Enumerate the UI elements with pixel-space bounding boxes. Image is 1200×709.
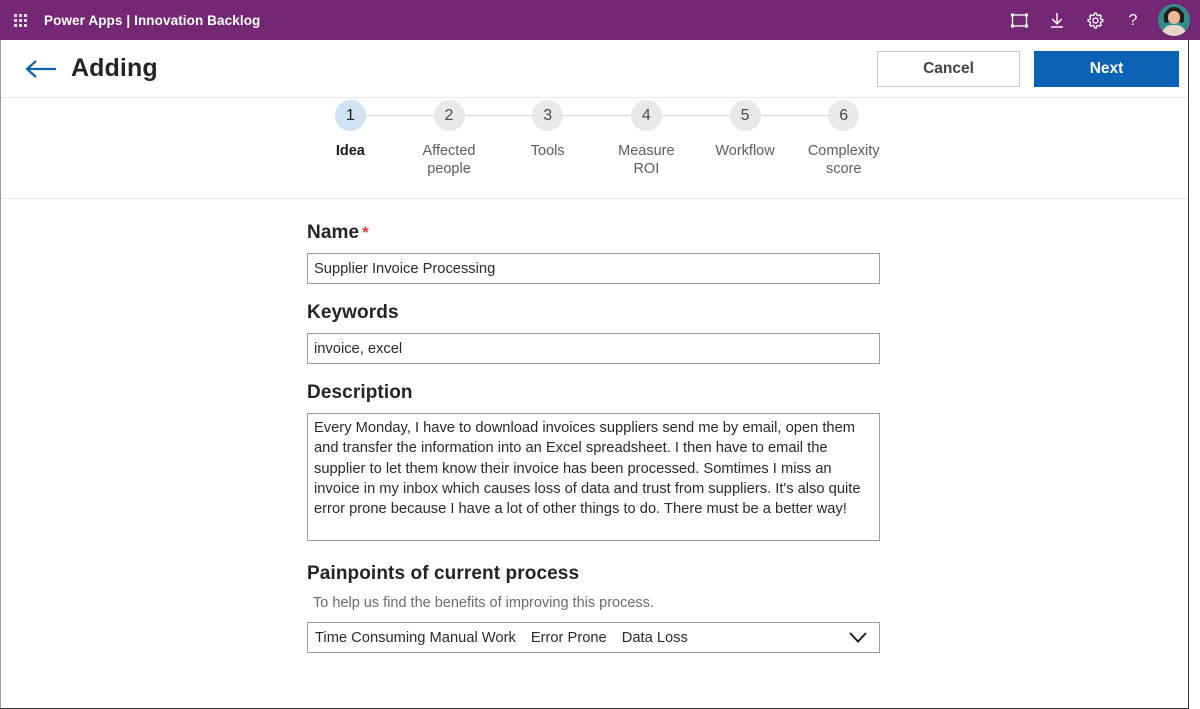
stepper-step-measure-roi[interactable]: 4 Measure ROI xyxy=(597,100,696,178)
wizard-stepper: 1 Idea 2 Affected people 3 Tools 4 Measu… xyxy=(1,98,1188,199)
download-icon[interactable] xyxy=(1038,0,1076,40)
suite-bar: Power Apps | Innovation Backlog xyxy=(0,0,1200,40)
stepper-label: Measure ROI xyxy=(618,142,674,178)
spacer xyxy=(307,284,880,302)
keywords-input[interactable] xyxy=(307,333,880,364)
spacer xyxy=(307,364,880,382)
stepper-step-idea[interactable]: 1 Idea xyxy=(301,100,400,178)
stepper-number: 5 xyxy=(730,100,761,131)
stepper-step-affected-people[interactable]: 2 Affected people xyxy=(400,100,499,178)
stepper-step-complexity-score[interactable]: 6 Complexity score xyxy=(794,100,893,178)
name-label: Name* xyxy=(307,222,880,244)
stepper-number: 3 xyxy=(532,100,563,131)
idea-form: Name* Keywords Description Every Monday,… xyxy=(307,222,880,653)
stepper-step-tools[interactable]: 3 Tools xyxy=(498,100,597,178)
svg-text:?: ? xyxy=(1129,12,1138,29)
name-input[interactable] xyxy=(307,253,880,284)
painpoints-value: Error Prone xyxy=(531,630,607,646)
description-label: Description xyxy=(307,382,880,404)
command-bar: Adding Cancel Next xyxy=(1,40,1188,98)
chevron-down-icon[interactable] xyxy=(848,631,868,644)
suite-bar-actions: ? xyxy=(1000,0,1200,40)
spacer xyxy=(307,541,880,563)
page-title: Adding xyxy=(71,54,158,83)
stepper-number: 2 xyxy=(434,100,465,131)
gear-icon[interactable] xyxy=(1076,0,1114,40)
stepper-label: Workflow xyxy=(715,142,774,160)
field-name: Name* xyxy=(307,222,880,284)
suite-title: Power Apps | Innovation Backlog xyxy=(44,13,260,28)
stepper-number: 6 xyxy=(828,100,859,131)
stepper-label: Tools xyxy=(531,142,565,160)
command-bar-actions: Cancel Next xyxy=(877,51,1188,87)
avatar[interactable] xyxy=(1158,4,1190,36)
app-launcher-icon[interactable] xyxy=(0,0,40,40)
stepper-number: 1 xyxy=(335,100,366,131)
stepper-step-workflow[interactable]: 5 Workflow xyxy=(696,100,795,178)
next-button[interactable]: Next xyxy=(1034,51,1179,87)
painpoints-helper-text: To help us find the benefits of improvin… xyxy=(313,595,880,611)
painpoints-dropdown[interactable]: Time Consuming Manual Work Error Prone D… xyxy=(307,622,880,653)
waffle-grid xyxy=(14,14,27,27)
stepper-track: 1 Idea 2 Affected people 3 Tools 4 Measu… xyxy=(301,100,893,178)
name-label-text: Name xyxy=(307,222,359,243)
stepper-number: 4 xyxy=(631,100,662,131)
required-asterisk: * xyxy=(362,223,369,242)
painpoints-selected-values: Time Consuming Manual Work Error Prone D… xyxy=(308,630,703,646)
help-icon[interactable]: ? xyxy=(1114,0,1152,40)
field-keywords: Keywords xyxy=(307,302,880,364)
cancel-button[interactable]: Cancel xyxy=(877,51,1020,87)
fit-to-screen-icon[interactable] xyxy=(1000,0,1038,40)
description-textarea[interactable]: Every Monday, I have to download invoice… xyxy=(307,413,880,541)
painpoints-label: Painpoints of current process xyxy=(307,563,880,585)
back-arrow-icon[interactable] xyxy=(23,54,59,84)
stepper-label: Idea xyxy=(336,142,365,160)
stepper-label: Affected people xyxy=(423,142,476,178)
painpoints-value: Time Consuming Manual Work xyxy=(315,630,516,646)
field-description: Description Every Monday, I have to down… xyxy=(307,382,880,541)
stepper-label: Complexity score xyxy=(808,142,880,178)
painpoints-value: Data Loss xyxy=(622,630,688,646)
field-painpoints: Painpoints of current process To help us… xyxy=(307,563,880,653)
keywords-label: Keywords xyxy=(307,302,880,324)
app-frame: Adding Cancel Next 1 Idea 2 Affected peo… xyxy=(0,40,1189,709)
